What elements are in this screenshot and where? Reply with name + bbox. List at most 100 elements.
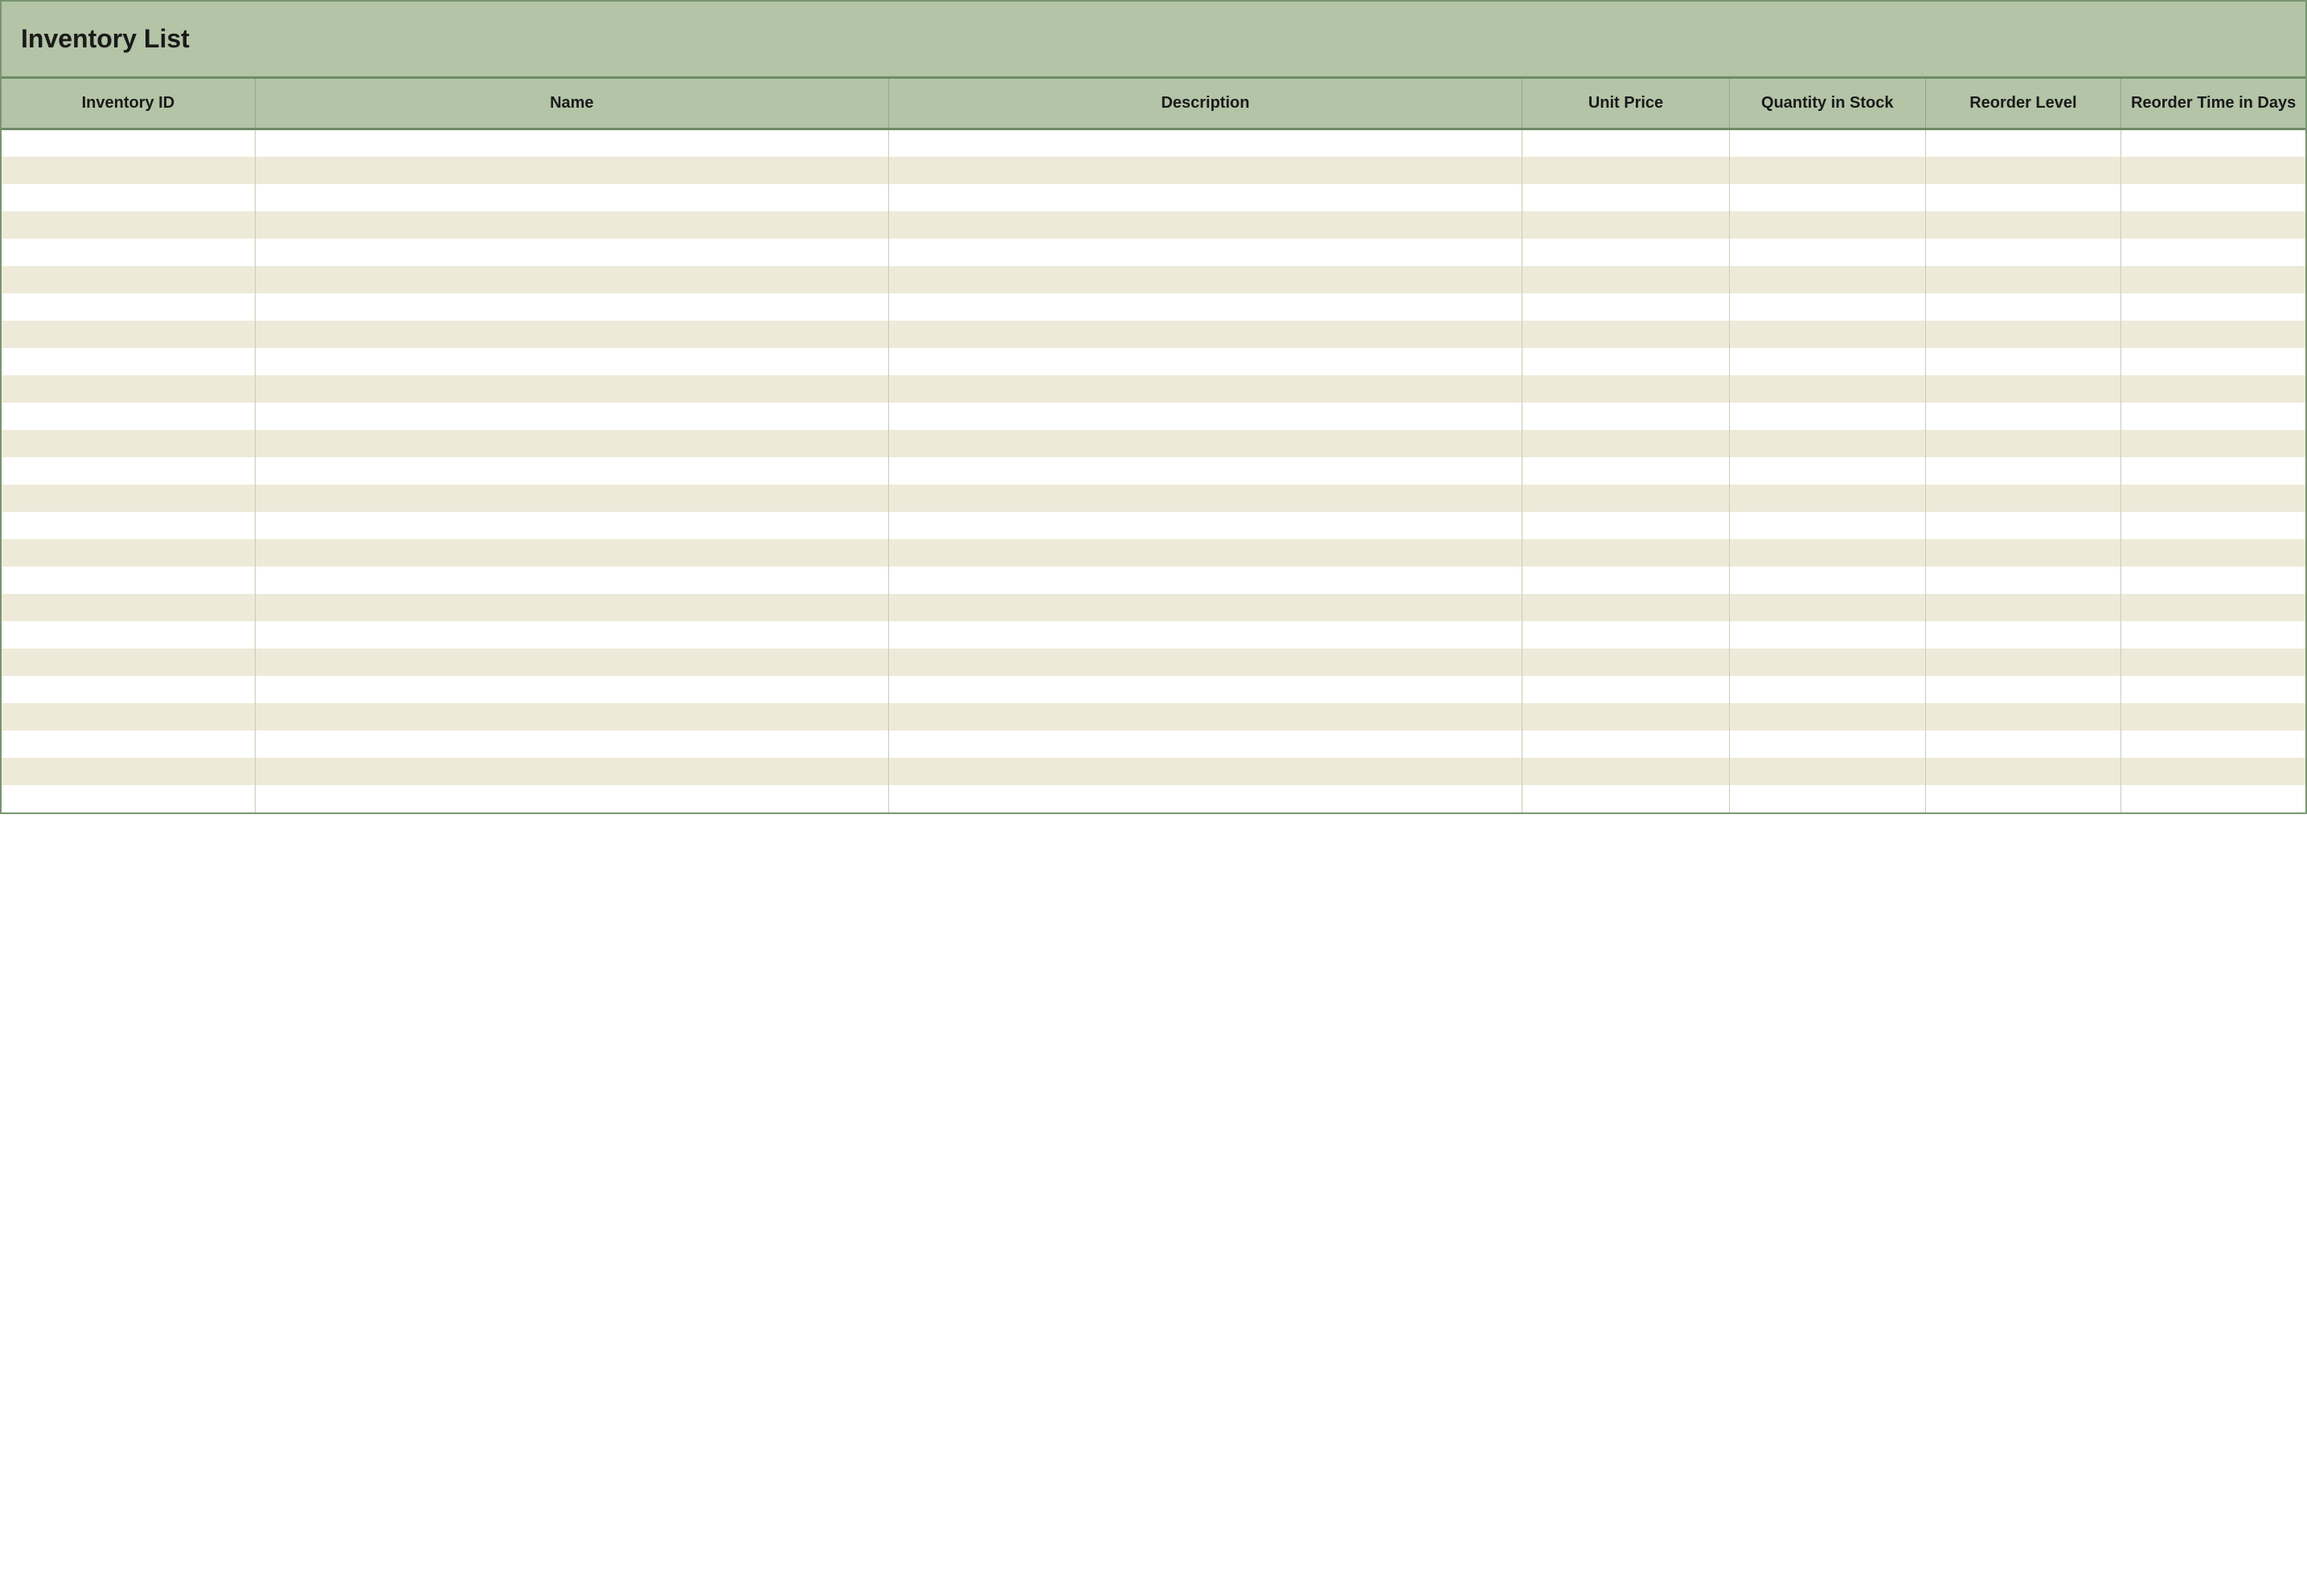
cell-unit-price[interactable] (1522, 649, 1730, 676)
cell-unit-price[interactable] (1522, 321, 1730, 348)
cell-reorder-level[interactable] (1925, 266, 2121, 293)
cell-quantity-in-stock[interactable] (1729, 157, 1925, 184)
cell-quantity-in-stock[interactable] (1729, 239, 1925, 266)
cell-unit-price[interactable] (1522, 512, 1730, 539)
cell-reorder-time-in-days[interactable] (2121, 485, 2305, 512)
cell-reorder-time-in-days[interactable] (2121, 129, 2305, 157)
cell-reorder-level[interactable] (1925, 485, 2121, 512)
cell-unit-price[interactable] (1522, 730, 1730, 758)
cell-description[interactable] (888, 157, 1522, 184)
cell-description[interactable] (888, 594, 1522, 621)
cell-reorder-level[interactable] (1925, 157, 2121, 184)
cell-reorder-time-in-days[interactable] (2121, 512, 2305, 539)
cell-unit-price[interactable] (1522, 348, 1730, 375)
cell-description[interactable] (888, 649, 1522, 676)
cell-inventory-id[interactable] (2, 649, 255, 676)
cell-description[interactable] (888, 621, 1522, 649)
cell-unit-price[interactable] (1522, 239, 1730, 266)
cell-reorder-time-in-days[interactable] (2121, 375, 2305, 403)
cell-inventory-id[interactable] (2, 512, 255, 539)
cell-name[interactable] (255, 758, 888, 785)
cell-name[interactable] (255, 348, 888, 375)
cell-description[interactable] (888, 512, 1522, 539)
cell-inventory-id[interactable] (2, 676, 255, 703)
cell-reorder-time-in-days[interactable] (2121, 785, 2305, 812)
cell-inventory-id[interactable] (2, 239, 255, 266)
cell-reorder-level[interactable] (1925, 512, 2121, 539)
cell-inventory-id[interactable] (2, 266, 255, 293)
cell-description[interactable] (888, 539, 1522, 567)
cell-name[interactable] (255, 676, 888, 703)
cell-quantity-in-stock[interactable] (1729, 512, 1925, 539)
cell-reorder-time-in-days[interactable] (2121, 293, 2305, 321)
cell-reorder-time-in-days[interactable] (2121, 430, 2305, 457)
cell-name[interactable] (255, 703, 888, 730)
cell-reorder-level[interactable] (1925, 539, 2121, 567)
cell-unit-price[interactable] (1522, 403, 1730, 430)
cell-reorder-time-in-days[interactable] (2121, 676, 2305, 703)
cell-name[interactable] (255, 157, 888, 184)
cell-reorder-level[interactable] (1925, 567, 2121, 594)
cell-description[interactable] (888, 184, 1522, 211)
cell-unit-price[interactable] (1522, 785, 1730, 812)
cell-reorder-time-in-days[interactable] (2121, 539, 2305, 567)
cell-inventory-id[interactable] (2, 785, 255, 812)
cell-description[interactable] (888, 266, 1522, 293)
cell-reorder-level[interactable] (1925, 184, 2121, 211)
cell-name[interactable] (255, 457, 888, 485)
cell-unit-price[interactable] (1522, 539, 1730, 567)
cell-description[interactable] (888, 730, 1522, 758)
cell-quantity-in-stock[interactable] (1729, 758, 1925, 785)
cell-reorder-level[interactable] (1925, 703, 2121, 730)
cell-reorder-time-in-days[interactable] (2121, 157, 2305, 184)
cell-reorder-time-in-days[interactable] (2121, 266, 2305, 293)
cell-reorder-level[interactable] (1925, 375, 2121, 403)
cell-quantity-in-stock[interactable] (1729, 266, 1925, 293)
cell-reorder-time-in-days[interactable] (2121, 184, 2305, 211)
cell-quantity-in-stock[interactable] (1729, 403, 1925, 430)
cell-name[interactable] (255, 730, 888, 758)
cell-unit-price[interactable] (1522, 567, 1730, 594)
cell-description[interactable] (888, 211, 1522, 239)
cell-quantity-in-stock[interactable] (1729, 703, 1925, 730)
cell-name[interactable] (255, 649, 888, 676)
cell-quantity-in-stock[interactable] (1729, 649, 1925, 676)
cell-unit-price[interactable] (1522, 184, 1730, 211)
cell-inventory-id[interactable] (2, 594, 255, 621)
cell-reorder-level[interactable] (1925, 129, 2121, 157)
cell-reorder-time-in-days[interactable] (2121, 730, 2305, 758)
cell-quantity-in-stock[interactable] (1729, 730, 1925, 758)
cell-reorder-time-in-days[interactable] (2121, 703, 2305, 730)
cell-name[interactable] (255, 266, 888, 293)
cell-description[interactable] (888, 676, 1522, 703)
cell-unit-price[interactable] (1522, 621, 1730, 649)
cell-quantity-in-stock[interactable] (1729, 485, 1925, 512)
cell-unit-price[interactable] (1522, 457, 1730, 485)
cell-reorder-level[interactable] (1925, 348, 2121, 375)
cell-quantity-in-stock[interactable] (1729, 293, 1925, 321)
cell-inventory-id[interactable] (2, 129, 255, 157)
cell-quantity-in-stock[interactable] (1729, 785, 1925, 812)
cell-name[interactable] (255, 184, 888, 211)
cell-inventory-id[interactable] (2, 430, 255, 457)
cell-quantity-in-stock[interactable] (1729, 621, 1925, 649)
cell-description[interactable] (888, 129, 1522, 157)
cell-unit-price[interactable] (1522, 676, 1730, 703)
cell-inventory-id[interactable] (2, 321, 255, 348)
cell-quantity-in-stock[interactable] (1729, 567, 1925, 594)
cell-description[interactable] (888, 403, 1522, 430)
cell-reorder-time-in-days[interactable] (2121, 621, 2305, 649)
cell-reorder-time-in-days[interactable] (2121, 403, 2305, 430)
cell-name[interactable] (255, 375, 888, 403)
cell-inventory-id[interactable] (2, 758, 255, 785)
cell-inventory-id[interactable] (2, 375, 255, 403)
cell-quantity-in-stock[interactable] (1729, 184, 1925, 211)
cell-quantity-in-stock[interactable] (1729, 676, 1925, 703)
cell-reorder-level[interactable] (1925, 594, 2121, 621)
cell-inventory-id[interactable] (2, 157, 255, 184)
cell-description[interactable] (888, 758, 1522, 785)
cell-name[interactable] (255, 430, 888, 457)
cell-reorder-level[interactable] (1925, 730, 2121, 758)
cell-quantity-in-stock[interactable] (1729, 321, 1925, 348)
cell-inventory-id[interactable] (2, 730, 255, 758)
